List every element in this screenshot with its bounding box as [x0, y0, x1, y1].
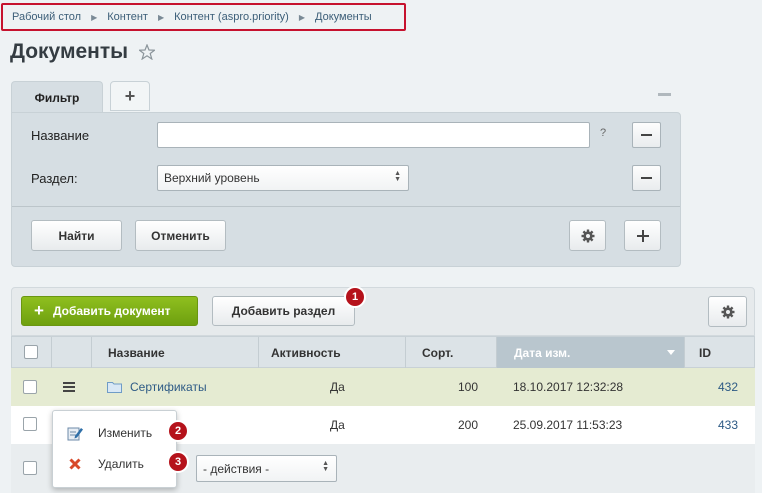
menu-item-delete-label: Удалить: [98, 457, 144, 471]
breadcrumb-item-content-aspro[interactable]: Контент (aspro.priority): [174, 11, 289, 23]
breadcrumb-separator-icon: ▶: [298, 12, 305, 22]
filter-tab[interactable]: Фильтр: [11, 81, 103, 113]
page-header: Документы: [10, 40, 156, 64]
help-icon[interactable]: ?: [600, 127, 606, 139]
remove-field-name-button[interactable]: [632, 122, 661, 148]
column-header-active[interactable]: Активность: [259, 337, 406, 368]
add-filter-field-button[interactable]: [624, 220, 661, 251]
row-actions-button[interactable]: [63, 368, 79, 406]
row-id-link[interactable]: 432: [718, 368, 738, 406]
list-toolbar: + Добавить документ Добавить раздел: [11, 287, 755, 336]
row-name-link[interactable]: Сертификаты: [130, 380, 207, 394]
select-arrows-icon: ▲ ▼: [322, 460, 329, 473]
group-actions-select[interactable]: - действия - ▲ ▼: [196, 455, 337, 482]
minus-icon: [641, 134, 652, 136]
row-date-cell: 25.09.2017 11:53:23: [513, 418, 623, 432]
add-section-button[interactable]: Добавить раздел: [212, 296, 355, 326]
add-document-button[interactable]: + Добавить документ: [21, 296, 198, 326]
table-header: Название Активность Сорт. Дата изм. ID: [11, 336, 755, 368]
header-actions: [52, 337, 92, 368]
gear-icon: [721, 305, 734, 318]
list-settings-button[interactable]: [708, 296, 747, 327]
hamburger-menu-icon: [63, 382, 75, 392]
filter-label-section: Раздел:: [31, 171, 78, 186]
find-button[interactable]: Найти: [31, 220, 122, 251]
annotation-badge-1: 1: [344, 286, 366, 308]
column-header-date[interactable]: Дата изм.: [497, 337, 685, 368]
group-actions-value: - действия -: [203, 461, 270, 476]
menu-item-delete[interactable]: Удалить: [67, 456, 144, 472]
column-header-id[interactable]: ID: [685, 337, 755, 368]
filter-section-select[interactable]: Верхний уровень ▲ ▼: [157, 165, 409, 191]
filter-panel: Название ? Раздел: Верхний уровень ▲ ▼ На…: [11, 112, 681, 267]
select-all-checkbox[interactable]: [24, 345, 38, 359]
minus-icon: [641, 177, 652, 179]
filter-name-input[interactable]: [157, 122, 590, 148]
row-checkbox[interactable]: [23, 380, 37, 394]
annotation-badge-2: 2: [167, 420, 189, 442]
breadcrumb-item-documents[interactable]: Документы: [315, 11, 372, 23]
column-header-sort[interactable]: Сорт.: [406, 337, 497, 368]
breadcrumb: Рабочий стол ▶ Контент ▶ Контент (aspro.…: [1, 3, 406, 31]
page-title: Документы: [10, 40, 129, 63]
menu-item-edit[interactable]: Изменить: [67, 425, 152, 441]
folder-icon: [107, 382, 122, 393]
breadcrumb-separator-icon: ▶: [91, 12, 98, 22]
filter-section-value: Верхний уровень: [164, 171, 260, 185]
row-sort-cell: 100: [458, 380, 479, 394]
cancel-button[interactable]: Отменить: [135, 220, 226, 251]
row-active-cell: Да: [330, 380, 345, 394]
breadcrumb-separator-icon: ▶: [157, 12, 165, 22]
add-document-label: Добавить документ: [52, 304, 171, 318]
row-context-menu: Изменить Удалить: [52, 410, 177, 488]
select-arrows-icon: ▲ ▼: [394, 170, 401, 183]
filter-divider: [12, 206, 680, 207]
header-select-all: [12, 337, 52, 368]
row-date-cell: 18.10.2017 12:32:28: [513, 380, 624, 394]
plus-icon: [636, 229, 649, 242]
footer-checkbox[interactable]: [23, 461, 37, 475]
collapse-filter-icon[interactable]: [658, 93, 671, 96]
table-row[interactable]: Сертификаты Да 100 18.10.2017 12:32:28 4…: [11, 368, 755, 406]
row-active-cell: Да: [330, 418, 345, 432]
sort-desc-icon: [667, 350, 675, 355]
row-id-link[interactable]: 433: [718, 406, 738, 444]
breadcrumb-item-desktop[interactable]: Рабочий стол: [12, 11, 81, 23]
filter-settings-button[interactable]: [569, 220, 606, 251]
star-icon[interactable]: [139, 44, 156, 60]
plus-icon: +: [34, 301, 44, 320]
filter-label-name: Название: [31, 128, 90, 143]
edit-icon: [67, 427, 83, 441]
menu-item-edit-label: Изменить: [98, 426, 153, 440]
add-filter-tab-button[interactable]: +: [110, 81, 150, 111]
gear-icon: [581, 229, 594, 242]
annotation-badge-3: 3: [167, 451, 189, 473]
breadcrumb-item-content[interactable]: Контент: [107, 11, 148, 23]
remove-field-section-button[interactable]: [632, 165, 661, 191]
row-name-cell: Сертификаты: [107, 368, 257, 406]
row-checkbox[interactable]: [23, 417, 37, 431]
row-sort-cell: 200: [458, 418, 479, 432]
column-header-date-label: Дата изм.: [514, 345, 571, 360]
column-header-name[interactable]: Название: [92, 337, 259, 368]
delete-icon: [69, 458, 81, 470]
